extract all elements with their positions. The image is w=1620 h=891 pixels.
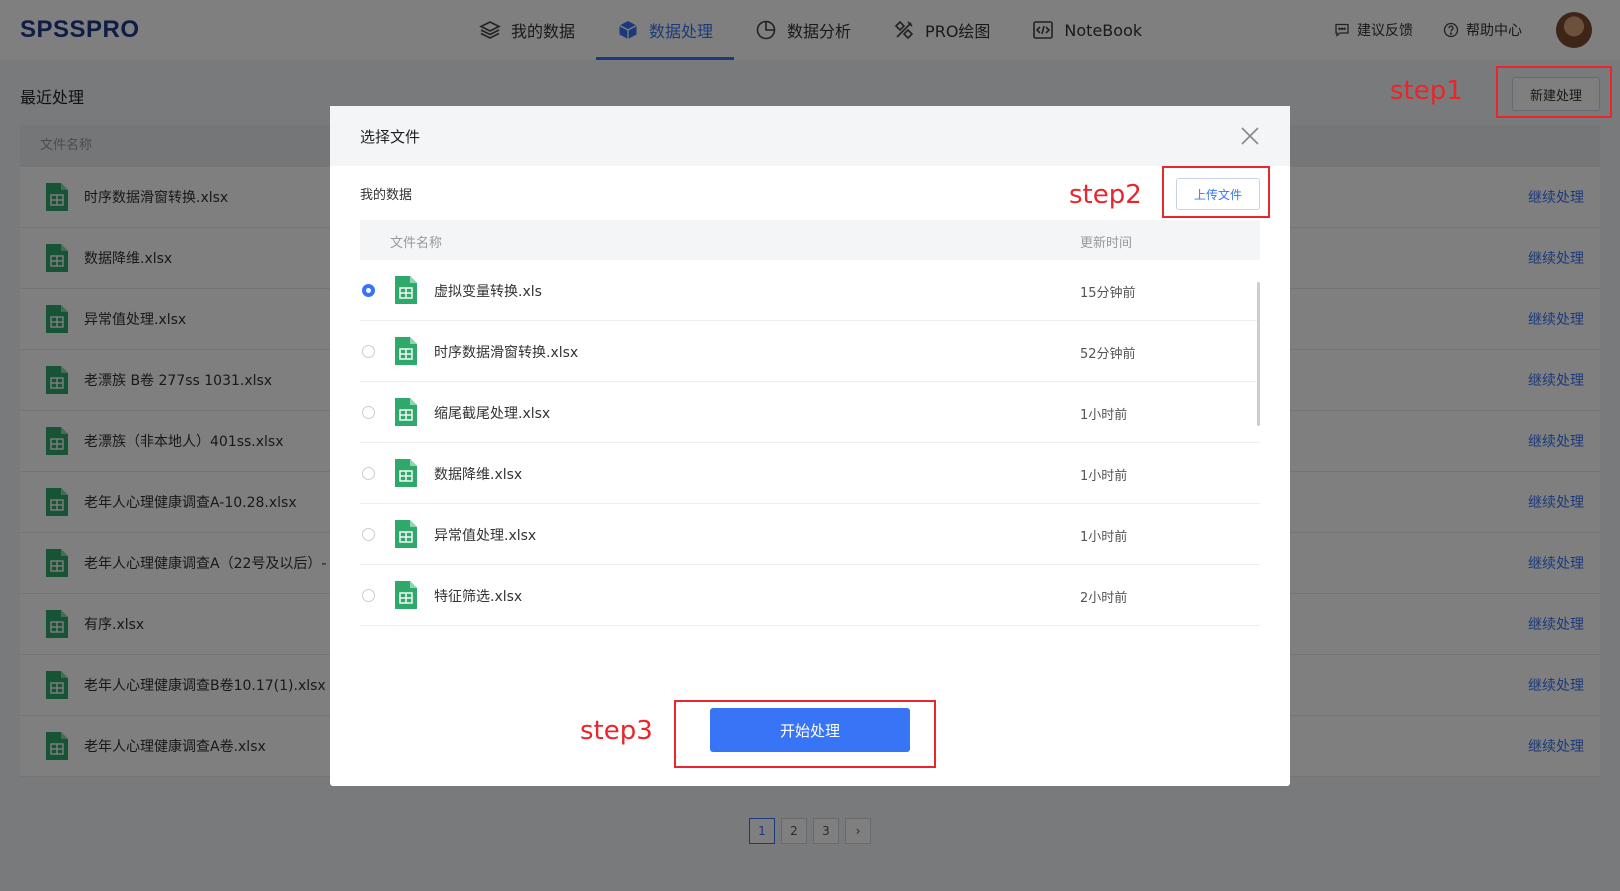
step1-label: step1 [1390, 76, 1463, 106]
file-radio[interactable] [362, 589, 375, 602]
step3-highlight-box [674, 700, 936, 768]
file-updated-time: 1小时前 [1080, 530, 1128, 545]
list-item[interactable]: 时序数据滑窗转换.xlsx 52分钟前 [360, 321, 1260, 382]
step3-label: step3 [580, 716, 653, 746]
file-name: 时序数据滑窗转换.xlsx [434, 345, 579, 361]
step1-highlight-box [1496, 66, 1612, 118]
file-name: 特征筛选.xlsx [434, 589, 523, 605]
my-data-label: 我的数据 [360, 188, 413, 203]
file-name: 缩尾截尾处理.xlsx [434, 406, 551, 422]
file-radio[interactable] [362, 406, 375, 419]
list-scrollbar[interactable] [1257, 282, 1260, 426]
file-name: 虚拟变量转换.xls [434, 284, 542, 300]
excel-file-icon [395, 337, 417, 365]
file-updated-time: 1小时前 [1080, 469, 1128, 484]
excel-file-icon [395, 520, 417, 548]
file-radio[interactable] [362, 284, 375, 297]
column-updated-time: 更新时间 [1080, 236, 1133, 251]
step2-highlight-box [1162, 166, 1270, 218]
select-file-dialog: 选择文件 我的数据 上传文件 文件名称 更新时间 虚拟变量转换.xls 15分钟前… [330, 106, 1290, 786]
file-name: 数据降维.xlsx [434, 467, 523, 483]
file-radio[interactable] [362, 467, 375, 480]
step2-label: step2 [1069, 180, 1142, 210]
excel-file-icon [395, 581, 417, 609]
file-updated-time: 2小时前 [1080, 591, 1128, 606]
list-item[interactable]: 特征筛选.xlsx 2小时前 [360, 565, 1260, 626]
excel-file-icon [395, 276, 417, 304]
list-item[interactable]: 异常值处理.xlsx 1小时前 [360, 504, 1260, 565]
file-updated-time: 15分钟前 [1080, 286, 1136, 301]
column-filename: 文件名称 [390, 236, 443, 251]
file-radio[interactable] [362, 345, 375, 358]
dialog-title: 选择文件 [360, 128, 421, 146]
file-updated-time: 52分钟前 [1080, 347, 1136, 362]
file-updated-time: 1小时前 [1080, 408, 1128, 423]
excel-file-icon [395, 398, 417, 426]
file-name: 异常值处理.xlsx [434, 528, 537, 544]
file-radio[interactable] [362, 528, 375, 541]
close-icon[interactable] [1238, 124, 1262, 148]
list-item[interactable]: NPS净推荐值分析.xlsx1天前 [360, 626, 1260, 630]
excel-file-icon [395, 459, 417, 487]
dialog-table-header: 文件名称 更新时间 [360, 220, 1260, 260]
list-item[interactable]: 虚拟变量转换.xls 15分钟前 [360, 260, 1260, 321]
list-item[interactable]: 数据降维.xlsx 1小时前 [360, 443, 1260, 504]
dialog-header: 选择文件 [330, 106, 1290, 166]
dialog-file-list[interactable]: 虚拟变量转换.xls 15分钟前时序数据滑窗转换.xlsx 52分钟前缩尾截尾处理.… [360, 260, 1260, 630]
list-item[interactable]: 缩尾截尾处理.xlsx 1小时前 [360, 382, 1260, 443]
